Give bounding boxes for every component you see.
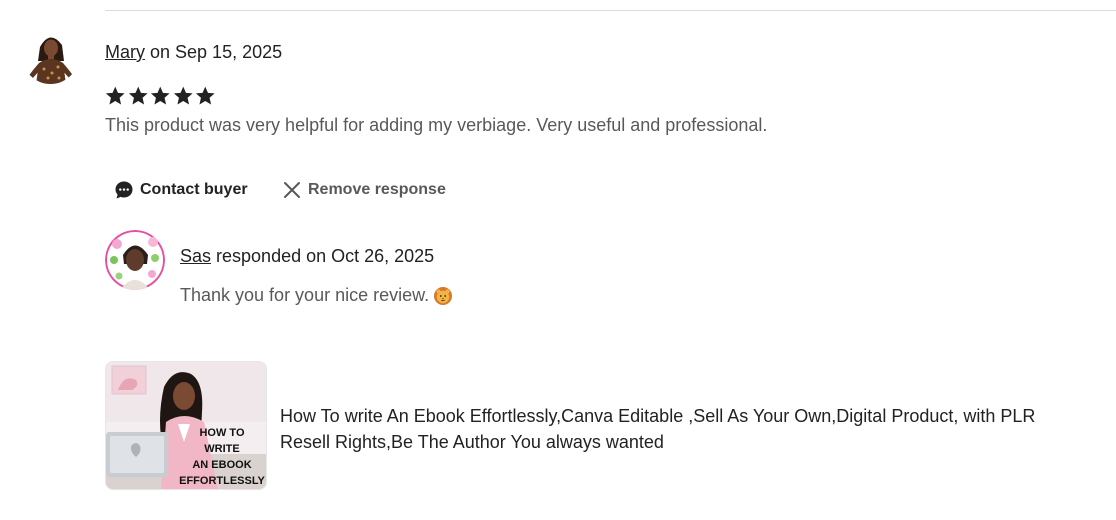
close-icon — [284, 182, 300, 198]
thumbnail-text-line-3: AN EBOOK — [192, 459, 251, 471]
product-title-link[interactable]: How To write An Ebook Effortlessly,Canva… — [280, 403, 1080, 455]
star-icon — [150, 86, 170, 105]
star-icon — [173, 86, 193, 105]
top-divider — [105, 10, 1116, 11]
review-meta: Mary on Sep 15, 2025 — [105, 42, 282, 63]
response-message: Thank you for your nice review. — [180, 285, 430, 305]
reviewer-name-link[interactable]: Mary — [105, 42, 145, 62]
thumbnail-text-line-1: HOW TO — [199, 427, 244, 439]
contact-buyer-button[interactable]: Contact buyer — [114, 180, 248, 200]
reviewer-avatar[interactable] — [22, 27, 79, 84]
response-date: responded on Oct 26, 2025 — [211, 246, 435, 266]
thumbnail-text-line-2: WRITE — [204, 443, 239, 455]
star-icon — [128, 86, 148, 105]
chat-bubble-icon — [115, 181, 133, 199]
star-icon — [105, 86, 125, 105]
remove-response-button[interactable]: Remove response — [282, 180, 446, 200]
lion-face-emoji — [434, 286, 453, 305]
review-text: This product was very helpful for adding… — [105, 115, 768, 135]
seller-name-link[interactable]: Sas — [180, 246, 211, 266]
star-rating — [104, 84, 217, 108]
product-thumbnail[interactable]: HOW TO WRITE AN EBOOK EFFORTLESSLY — [105, 361, 267, 490]
remove-response-label: Remove response — [308, 181, 446, 198]
seller-avatar[interactable] — [105, 230, 165, 290]
contact-buyer-label: Contact buyer — [140, 181, 248, 198]
review-date: on Sep 15, 2025 — [145, 42, 283, 62]
response-text: Thank you for your nice review. — [180, 285, 453, 306]
response-meta: Sas responded on Oct 26, 2025 — [180, 246, 434, 267]
star-icon — [195, 86, 215, 105]
thumbnail-text-line-4: EFFORTLESSLY — [179, 475, 265, 487]
